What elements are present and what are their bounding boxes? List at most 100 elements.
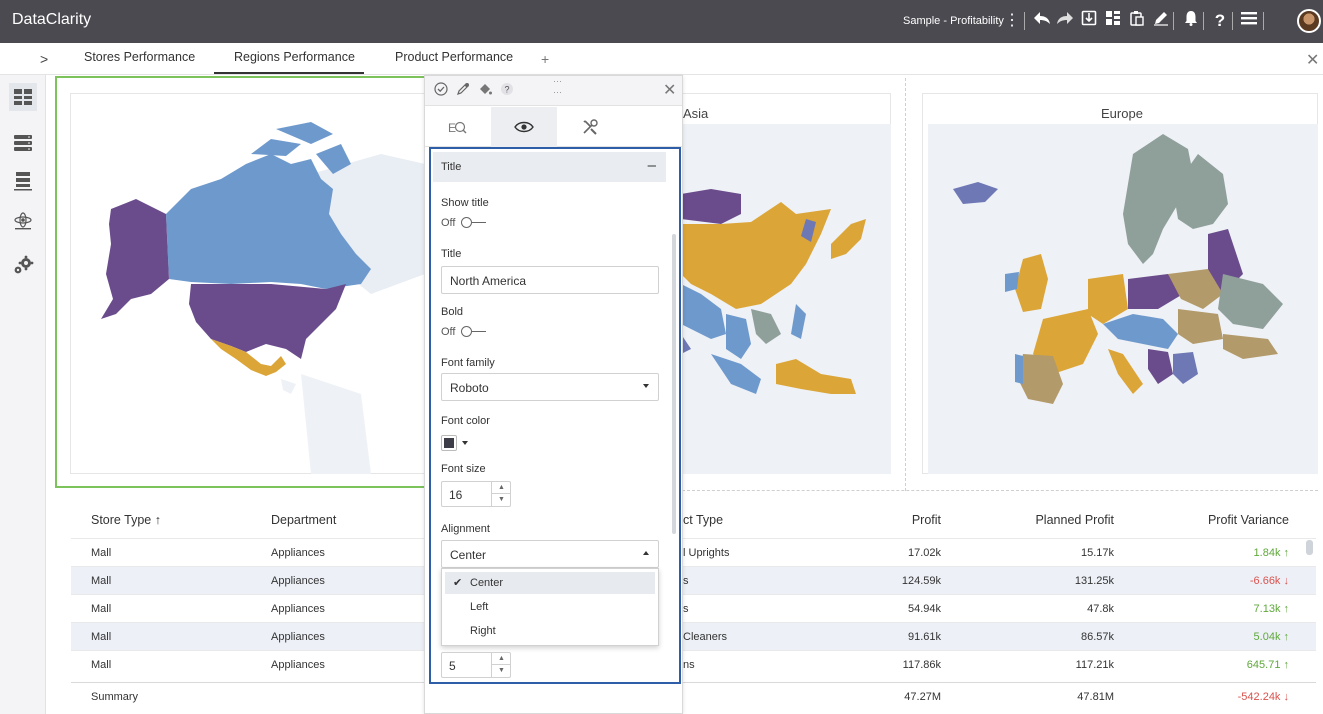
- cell-department: Appliances: [271, 631, 325, 643]
- tabs-bar: > Stores Performance Regions Performance…: [0, 43, 1323, 75]
- add-tab-button[interactable]: +: [541, 51, 549, 67]
- column-header-store-type[interactable]: Store Type ↑: [91, 513, 161, 527]
- menu-icon[interactable]: [1238, 10, 1260, 32]
- sort-ascending-icon[interactable]: ↑: [155, 513, 161, 527]
- expand-sidebar-icon[interactable]: >: [40, 51, 48, 67]
- undo-icon[interactable]: [1031, 10, 1053, 32]
- tab-product-performance[interactable]: Product Performance: [395, 50, 513, 64]
- show-title-toggle[interactable]: Off: [441, 217, 487, 229]
- section-title-header[interactable]: Title –: [433, 152, 666, 182]
- cell-department: Appliances: [271, 547, 325, 559]
- drag-handle-icon[interactable]: ⋯ ⋯: [553, 76, 563, 98]
- column-header-planned-profit[interactable]: Planned Profit: [1011, 513, 1114, 527]
- paint-bucket-icon[interactable]: [477, 82, 493, 98]
- next-value-stepper[interactable]: 5 ▲ ▼: [441, 652, 511, 678]
- cell-profit-variance: 645.71 ↑: [1246, 659, 1289, 671]
- close-panel-icon[interactable]: ✕: [663, 80, 676, 100]
- table-row[interactable]: Mall Appliances s 54.94k 47.8k 7.13k ↑: [71, 594, 1316, 622]
- table-scrollbar[interactable]: [1306, 540, 1313, 555]
- close-icon[interactable]: ✕: [1306, 50, 1319, 70]
- map-europe[interactable]: Europe: [922, 93, 1318, 474]
- bold-label: Bold: [441, 306, 464, 318]
- asia-map: [681, 124, 891, 474]
- increment-icon[interactable]: ▲: [492, 482, 511, 494]
- alignment-option-left[interactable]: Left: [445, 596, 655, 618]
- table-row[interactable]: Mall Appliances s 124.59k 131.25k -6.66k…: [71, 566, 1316, 594]
- eyedropper-icon[interactable]: [455, 82, 471, 98]
- cell-profit: 117.86k: [902, 659, 941, 671]
- section-title-label: Title: [441, 161, 462, 173]
- cell-planned-profit: 15.17k: [1080, 547, 1114, 559]
- chevron-down-icon[interactable]: [462, 441, 468, 445]
- redo-icon[interactable]: [1054, 10, 1076, 32]
- title-input[interactable]: North America: [441, 266, 659, 294]
- font-size-value: 16: [449, 488, 463, 502]
- summary-profit: 47.27M: [904, 691, 941, 703]
- column-header-profit-variance[interactable]: Profit Variance: [1181, 513, 1289, 527]
- edit-icon[interactable]: [1150, 10, 1172, 32]
- column-header-profit[interactable]: Profit: [871, 513, 941, 527]
- bold-toggle[interactable]: Off: [441, 326, 487, 338]
- option-label: Right: [470, 625, 496, 637]
- font-size-stepper[interactable]: 16 ▲ ▼: [441, 481, 511, 507]
- network-icon[interactable]: [9, 207, 37, 235]
- alignment-select[interactable]: Center: [441, 540, 659, 568]
- alignment-label: Alignment: [441, 523, 490, 535]
- tab-data-fields[interactable]: Ε: [425, 107, 491, 147]
- bell-icon[interactable]: [1180, 10, 1202, 32]
- check-circle-icon[interactable]: [433, 82, 449, 98]
- help-circle-icon[interactable]: ?: [499, 82, 515, 98]
- column-header-product-type[interactable]: ct Type: [683, 513, 723, 527]
- check-icon: ✔: [453, 577, 463, 589]
- cell-department: Appliances: [271, 659, 325, 671]
- table-row[interactable]: Mall Appliances Cleaners 91.61k 86.57k 5…: [71, 622, 1316, 650]
- summary-profit-variance: -542.24k ↓: [1237, 691, 1289, 703]
- cell-planned-profit: 86.57k: [1080, 631, 1114, 643]
- decrement-icon[interactable]: ▼: [492, 665, 511, 677]
- toolbar-divider: [1173, 12, 1174, 30]
- cell-profit-variance: 5.04k ↑: [1253, 631, 1289, 643]
- font-family-value: Roboto: [450, 381, 489, 395]
- paste-icon[interactable]: [1126, 10, 1148, 32]
- avatar[interactable]: [1297, 9, 1321, 33]
- tab-stores-performance[interactable]: Stores Performance: [84, 50, 195, 64]
- settings-gears-icon[interactable]: [9, 251, 37, 279]
- layout-icon[interactable]: [1102, 10, 1124, 32]
- toggle-state: Off: [441, 326, 456, 338]
- summary-label: Summary: [91, 691, 139, 703]
- table-row[interactable]: Mall Appliances l Uprights 17.02k 15.17k…: [71, 538, 1316, 566]
- properties-panel-header[interactable]: ? ⋯ ⋯ ✕: [425, 76, 682, 106]
- cell-profit: 124.59k: [901, 575, 941, 587]
- save-icon[interactable]: [1078, 10, 1100, 32]
- next-value: 5: [449, 659, 456, 673]
- data-sources-icon[interactable]: [9, 129, 37, 157]
- column-header-department[interactable]: Department: [271, 513, 336, 527]
- top-bar: DataClarity Sample - Profitability ⋮ ?: [0, 0, 1323, 43]
- dashboard-grid-icon[interactable]: [9, 83, 37, 111]
- alignment-option-right[interactable]: Right: [445, 620, 655, 642]
- tab-regions-performance[interactable]: Regions Performance: [234, 50, 355, 64]
- cell-store-type: Mall: [91, 603, 112, 615]
- table-row[interactable]: Mall Appliances ns 117.86k 117.21k 645.7…: [71, 650, 1316, 678]
- toolbar-divider: [1263, 12, 1264, 30]
- more-vertical-icon[interactable]: ⋮: [1001, 10, 1023, 32]
- properties-tabs: Ε: [425, 107, 682, 147]
- map-asia[interactable]: Asia: [680, 93, 891, 474]
- help-icon[interactable]: ?: [1209, 10, 1231, 32]
- panel-divider: [682, 490, 1318, 491]
- decrement-icon[interactable]: ▼: [492, 494, 511, 506]
- collapse-icon[interactable]: –: [648, 157, 656, 174]
- panel-scrollbar[interactable]: [672, 234, 676, 534]
- font-family-select[interactable]: Roboto: [441, 373, 659, 401]
- tab-settings[interactable]: [557, 107, 623, 147]
- tab-appearance[interactable]: [491, 107, 557, 147]
- profile-name[interactable]: Sample - Profitability: [903, 15, 1004, 27]
- alignment-option-center[interactable]: ✔ Center: [445, 572, 655, 594]
- font-color-swatch[interactable]: [441, 435, 457, 451]
- cell-department: Appliances: [271, 603, 325, 615]
- chevron-up-icon: [643, 551, 649, 555]
- increment-icon[interactable]: ▲: [492, 653, 511, 665]
- server-icon[interactable]: [9, 167, 37, 195]
- app-logo: DataClarity: [12, 11, 92, 28]
- cell-store-type: Mall: [91, 631, 112, 643]
